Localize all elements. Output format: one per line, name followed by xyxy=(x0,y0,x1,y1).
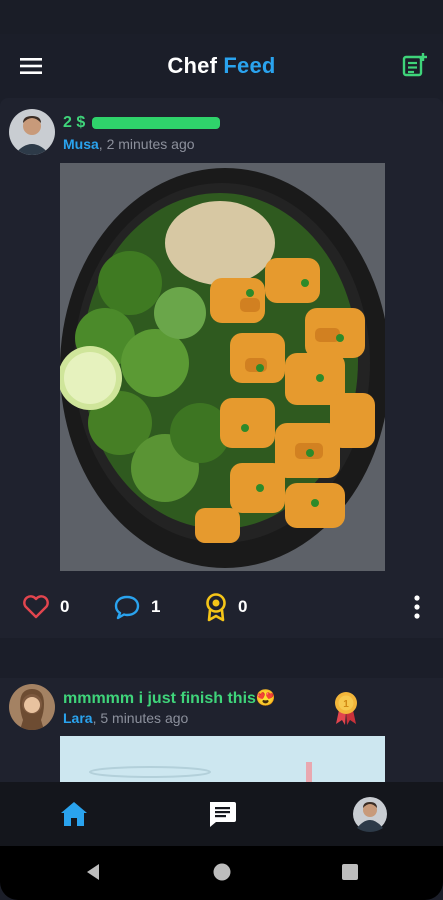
post-meta: Lara, 5 minutes ago xyxy=(63,710,188,726)
app-title: Chef Feed xyxy=(167,53,275,79)
svg-text:1: 1 xyxy=(343,699,349,710)
heart-icon xyxy=(23,595,49,619)
avatar[interactable] xyxy=(9,684,55,730)
like-count: 0 xyxy=(60,597,70,616)
award-count: 0 xyxy=(238,597,248,616)
post-title-text: 2 $ xyxy=(63,114,86,131)
post-image[interactable] xyxy=(60,163,385,571)
home-icon xyxy=(61,802,87,826)
app-bar: Chef Feed xyxy=(0,34,443,98)
back-icon[interactable] xyxy=(83,862,103,882)
feed[interactable]: 2 $ Musa, 2 minutes ago 0 1 0 mmmmm i ju… xyxy=(0,98,443,782)
comment-icon xyxy=(114,595,140,620)
nav-chat[interactable] xyxy=(202,794,242,834)
nav-home[interactable] xyxy=(54,794,94,834)
avatar[interactable] xyxy=(9,109,55,155)
recents-icon[interactable] xyxy=(341,862,359,882)
more-vert-icon[interactable] xyxy=(413,594,421,620)
post-actions: 0 1 0 xyxy=(0,590,443,630)
post-time: , 5 minutes ago xyxy=(92,710,189,726)
chat-icon xyxy=(210,802,236,827)
status-bar xyxy=(0,0,443,34)
app-title-part2: Feed xyxy=(223,53,276,78)
nav-profile[interactable] xyxy=(350,794,390,834)
redacted-scribble xyxy=(91,116,220,129)
profile-avatar xyxy=(353,797,387,832)
post-meta: Musa, 2 minutes ago xyxy=(63,136,195,152)
bottom-nav xyxy=(0,782,443,846)
home-circle-icon[interactable] xyxy=(212,862,232,882)
author-name[interactable]: Lara xyxy=(63,710,93,726)
post-title: mmmmm i just finish this😍 xyxy=(63,690,276,707)
author-name[interactable]: Musa xyxy=(63,136,99,152)
menu-icon[interactable] xyxy=(20,56,44,76)
post-image[interactable] xyxy=(60,736,385,782)
post-time: , 2 minutes ago xyxy=(98,136,195,152)
award-icon xyxy=(206,593,226,622)
comment-count: 1 xyxy=(151,597,161,616)
app-title-part1: Chef xyxy=(167,53,218,78)
add-post-icon[interactable] xyxy=(401,51,429,79)
post-card: 2 $ Musa, 2 minutes ago 0 1 0 xyxy=(0,98,443,638)
medal-icon: 1 xyxy=(335,692,357,725)
post-title: 2 $ xyxy=(63,114,220,132)
system-nav-bar xyxy=(0,846,443,900)
like-button[interactable]: 0 xyxy=(22,594,69,620)
award-button[interactable]: 0 xyxy=(204,592,247,622)
comment-button[interactable]: 1 xyxy=(113,594,160,620)
